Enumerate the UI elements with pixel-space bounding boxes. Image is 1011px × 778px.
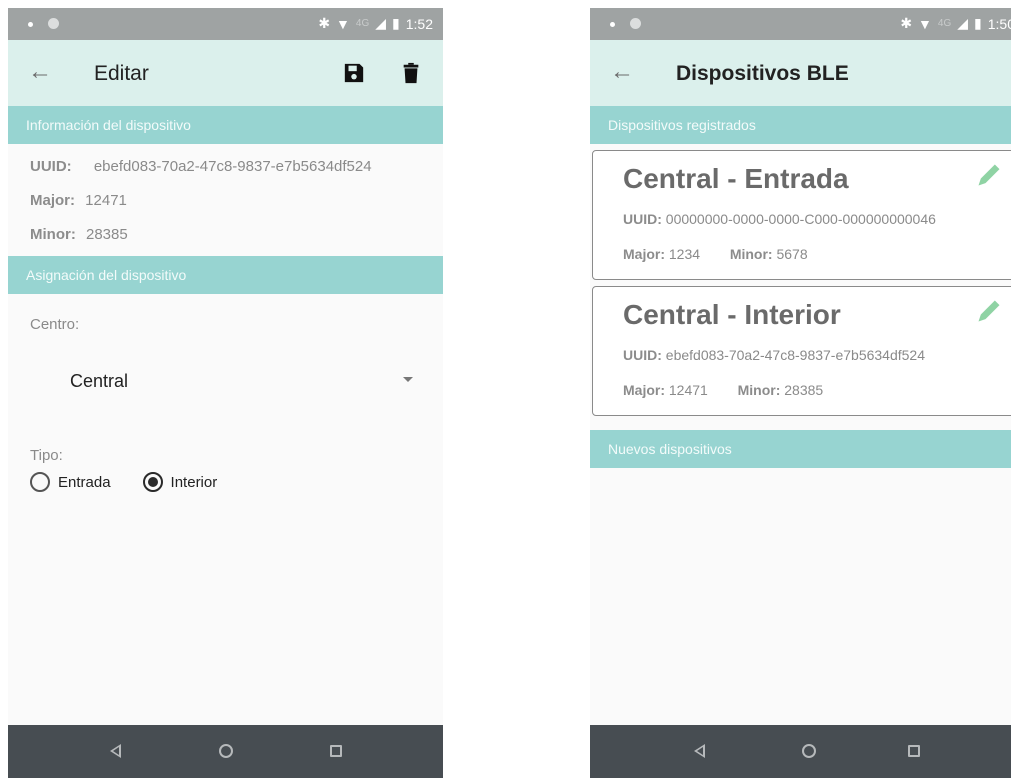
status-time: 1:52: [405, 15, 433, 32]
nav-recents-icon: [908, 745, 920, 757]
save-icon[interactable]: [343, 62, 365, 84]
major-row: Major: 12471: [8, 184, 443, 218]
major-label: Major:: [623, 382, 665, 398]
radio-unchecked-icon: [30, 472, 50, 492]
status-bar: ✱ ▼ 4G ◢ ▮ 1:52: [8, 8, 443, 40]
back-arrow-icon[interactable]: ←: [28, 60, 52, 84]
back-arrow-icon[interactable]: ←: [610, 60, 634, 84]
minor-row: Minor: 28385: [8, 218, 443, 252]
lte-icon: 4G: [355, 18, 370, 29]
uuid-value: ebefd083-70a2-47c8-9837-e7b5634df524: [665, 347, 926, 363]
app-bar: ← Dispositivos BLE: [590, 40, 1011, 106]
major-value: 12471: [668, 382, 708, 398]
nav-home-icon: [219, 744, 233, 758]
radio-interior-label: Interior: [170, 473, 218, 491]
uuid-label: UUID:: [30, 158, 72, 175]
page-title: Dispositivos BLE: [676, 62, 849, 85]
device-uuid-row: UUID: ebefd083-70a2-47c8-9837-e7b5634df5…: [623, 347, 925, 363]
section-header-new: Nuevos dispositivos: [590, 430, 1011, 468]
phone-devices-screen: ✱ ▼ 4G ◢ ▮ 1:50 ← Dispositivos BLE Dispo…: [590, 8, 1011, 778]
nav-recents-button[interactable]: [330, 745, 342, 757]
nav-home-button[interactable]: [219, 744, 233, 758]
tipo-label: Tipo:: [30, 447, 63, 464]
nav-recents-icon: [330, 745, 342, 757]
status-time: 1:50: [987, 15, 1011, 32]
uuid-value: ebefd083-70a2-47c8-9837-e7b5634df524: [93, 158, 372, 175]
nav-back-icon: [110, 744, 121, 758]
status-icons: ✱ ▼ 4G ◢ ▮ 1:52: [318, 15, 433, 32]
lte-icon: 4G: [937, 18, 952, 29]
navigation-bar: [8, 725, 443, 778]
minor-label: Minor:: [30, 226, 76, 243]
section-header-assign: Asignación del dispositivo: [8, 256, 443, 294]
device-card[interactable]: Central - Entrada UUID: 00000000-0000-00…: [592, 150, 1011, 280]
radio-interior[interactable]: Interior: [142, 472, 218, 492]
device-uuid-row: UUID: 00000000-0000-0000-C000-0000000000…: [623, 211, 936, 227]
uuid-label: UUID:: [623, 211, 662, 227]
phone-edit-screen: ✱ ▼ 4G ◢ ▮ 1:52 ← Editar Información del…: [8, 8, 443, 778]
centro-dropdown[interactable]: Central: [30, 353, 421, 409]
device-major-minor-row: Major: 1234 Minor: 5678: [623, 246, 808, 262]
battery-icon: ▮: [974, 15, 982, 31]
device-major-minor-row: Major: 12471 Minor: 28385: [623, 382, 823, 398]
uuid-value: 00000000-0000-0000-C000-000000000046: [665, 211, 936, 227]
nav-home-icon: [802, 744, 816, 758]
minor-label: Minor:: [737, 382, 781, 398]
nav-back-button[interactable]: [694, 744, 705, 758]
app-bar: ← Editar: [8, 40, 443, 106]
device-title: Central - Interior: [623, 299, 841, 330]
radio-entrada-label: Entrada: [58, 473, 111, 491]
major-value: 1234: [668, 246, 701, 262]
pencil-icon[interactable]: [975, 297, 1003, 325]
major-label: Major:: [623, 246, 665, 262]
nav-back-icon: [694, 744, 705, 758]
nav-home-button[interactable]: [802, 744, 816, 758]
minor-label: Minor:: [729, 246, 773, 262]
notification-dot-icon: [610, 22, 615, 27]
notification-circle-icon: [48, 18, 59, 29]
tipo-radio-group: Entrada Interior: [8, 464, 443, 500]
radio-entrada[interactable]: Entrada: [30, 472, 111, 492]
nav-recents-button[interactable]: [908, 745, 920, 757]
major-label: Major:: [30, 192, 75, 209]
signal-icon: ◢: [375, 15, 387, 31]
status-icons: ✱ ▼ 4G ◢ ▮ 1:50: [900, 15, 1011, 32]
device-title: Central - Entrada: [623, 163, 849, 194]
status-bar: ✱ ▼ 4G ◢ ▮ 1:50: [590, 8, 1011, 40]
centro-label: Centro:: [30, 316, 80, 333]
device-card[interactable]: Central - Interior UUID: ebefd083-70a2-4…: [592, 286, 1011, 416]
radio-checked-icon: [142, 472, 163, 492]
section-header-registered: Dispositivos registrados: [590, 106, 1011, 144]
dropdown-arrow-icon: [403, 377, 413, 382]
nav-back-button[interactable]: [110, 744, 121, 758]
centro-selected-value: Central: [70, 371, 129, 391]
major-value: 12471: [85, 192, 127, 209]
minor-value: 5678: [776, 246, 808, 262]
minor-value: 28385: [86, 226, 128, 243]
battery-icon: ▮: [392, 15, 400, 31]
page-title: Editar: [94, 62, 149, 85]
section-header-info: Información del dispositivo: [8, 106, 443, 144]
navigation-bar: [590, 725, 1011, 778]
wifi-icon: ▼: [336, 15, 350, 32]
signal-icon: ◢: [957, 15, 969, 31]
notification-dot-icon: [28, 22, 33, 27]
pencil-icon[interactable]: [975, 161, 1003, 189]
uuid-label: UUID:: [623, 347, 662, 363]
trash-icon[interactable]: [400, 62, 422, 84]
wifi-icon: ▼: [918, 15, 932, 32]
notification-circle-icon: [630, 18, 641, 29]
minor-value: 28385: [784, 382, 824, 398]
bluetooth-icon: ✱: [318, 15, 331, 31]
uuid-row: UUID: ebefd083-70a2-47c8-9837-e7b5634df5…: [8, 150, 443, 184]
bluetooth-icon: ✱: [900, 15, 913, 31]
